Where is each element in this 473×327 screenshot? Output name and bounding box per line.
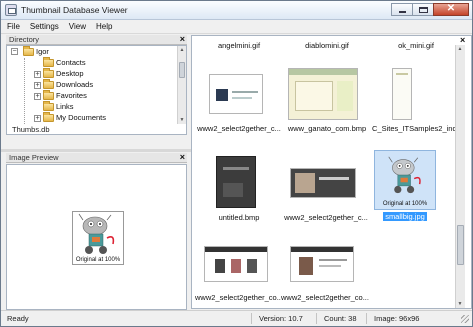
thumbnail-grid[interactable]: angelmini.gif diablomini.gif ok_mini.gif… [191,35,472,309]
directory-title-label: Directory [9,35,40,44]
thumbnail-image[interactable] [209,74,263,114]
grid-scrollbar[interactable]: ▲ ▼ [455,45,465,308]
menu-file[interactable]: File [1,20,24,33]
app-window: Thumbnail Database Viewer ✕ File Setting… [0,0,473,327]
robot-icon [388,156,421,194]
desktop-expander-icon[interactable]: + [34,71,41,78]
folder-icon [43,68,54,78]
tree-item-label: My Documents [56,113,107,122]
thumbnail-label[interactable]: www2_select2gether_co... [280,293,370,302]
thumbnail-label[interactable]: www2_select2gether_c... [197,124,281,133]
thumbnail-label[interactable]: www2_select2gether_c... [282,213,370,222]
thumbnail-image[interactable] [204,246,268,282]
tree-item-label: Desktop [56,69,84,78]
my-documents-expander-icon[interactable]: + [34,115,41,122]
tree-item-label: Igor [36,47,49,56]
thumbnail-label[interactable]: untitled.bmp [197,213,281,222]
thumbnail-label[interactable]: www2_select2gether_co... [195,293,281,302]
status-text: Ready [7,314,29,323]
directory-tree[interactable]: − Igor Contacts + Desktop + Downloads + … [6,45,187,135]
status-bar: Ready Version: 10.7 Count: 38 Image: 96x… [1,310,472,326]
folder-icon [43,101,54,111]
status-version: Version: 10.7 [259,314,303,323]
tree-item-my-documents[interactable]: My Documents [43,112,106,124]
maximize-button[interactable] [412,3,434,16]
menu-help[interactable]: Help [90,20,116,33]
robot-icon [78,213,115,254]
scroll-down-icon[interactable]: ▼ [457,301,463,307]
tree-item-label: Links [56,102,74,111]
folder-icon [43,79,54,89]
window-controls: ✕ [391,3,469,17]
thumbnail-label[interactable]: angelmini.gif [197,41,281,50]
thumbnail-image[interactable] [288,68,358,120]
maximize-icon [419,7,428,13]
minimize-icon [399,11,406,13]
tree-guide-line [24,58,25,124]
status-image-size: Image: 96x96 [374,314,420,323]
folder-icon [43,90,54,100]
tree-item-label: Favorites [56,91,87,100]
tree-item-label: Contacts [56,58,86,67]
close-icon: ✕ [446,3,456,14]
status-count: Count: 38 [324,314,357,323]
scroll-up-icon[interactable]: ▲ [179,47,185,53]
scroll-up-icon[interactable]: ▲ [457,46,463,52]
folder-icon [43,112,54,122]
thumbnail-image[interactable] [392,68,412,120]
igor-expander-icon[interactable]: − [11,48,18,55]
thumbnail-label[interactable]: diablomini.gif [285,41,369,50]
favorites-expander-icon[interactable]: + [34,93,41,100]
directory-scrollbar[interactable]: ▲ ▼ [177,46,186,124]
preview-pane-close-icon[interactable]: × [180,152,185,162]
thumbnail-label[interactable]: www_ganato_com.bmp [284,124,370,133]
close-button[interactable]: ✕ [433,3,469,16]
thumbnail-label[interactable]: C_Sites_ITSamples2_ind... [372,124,462,133]
thumbnail-image[interactable] [216,156,256,208]
resize-grip-icon[interactable] [461,315,469,323]
title-bar[interactable]: Thumbnail Database Viewer ✕ [1,1,472,20]
pane-splitter[interactable] [1,149,191,152]
preview-image: Original at 100% [72,211,124,265]
image-preview: Original at 100% [6,164,187,310]
app-icon [5,4,17,16]
status-divider [251,313,252,324]
preview-title-label: Image Preview [9,153,59,162]
menu-view[interactable]: View [63,20,90,33]
thumbnail-label[interactable]: ok_mini.gif [374,41,458,50]
downloads-expander-icon[interactable]: + [34,82,41,89]
status-divider [316,313,317,324]
selected-label-text: smallbig.jpg [383,212,427,221]
window-title: Thumbnail Database Viewer [21,5,128,15]
scrollbar-thumb[interactable] [457,225,464,265]
minimize-button[interactable] [391,3,413,16]
thumbnail-label-selected[interactable]: smallbig.jpg [372,212,438,221]
selected-thumbnail[interactable]: Original at 100% [374,150,436,210]
preview-pane-title: Image Preview × [6,152,187,163]
thumbnail-image[interactable] [290,168,356,198]
scrollbar-thumb[interactable] [179,62,185,78]
directory-pane-title: Directory × [6,34,187,45]
directory-pane-close-icon[interactable]: × [180,34,185,44]
menu-bar: File Settings View Help [1,20,472,34]
folder-icon [43,57,54,67]
status-divider [366,313,367,324]
selected-file-label[interactable]: Thumbs.db [12,125,50,134]
folder-icon [23,46,34,56]
grid-pane-close-icon[interactable]: × [460,35,465,45]
scroll-down-icon[interactable]: ▼ [179,117,185,123]
preview-caption: Original at 100% [75,257,121,263]
thumbnail-caption: Original at 100% [382,201,428,207]
tree-item-label: Downloads [56,80,94,89]
menu-settings[interactable]: Settings [24,20,63,33]
thumbnail-image[interactable] [290,246,354,282]
